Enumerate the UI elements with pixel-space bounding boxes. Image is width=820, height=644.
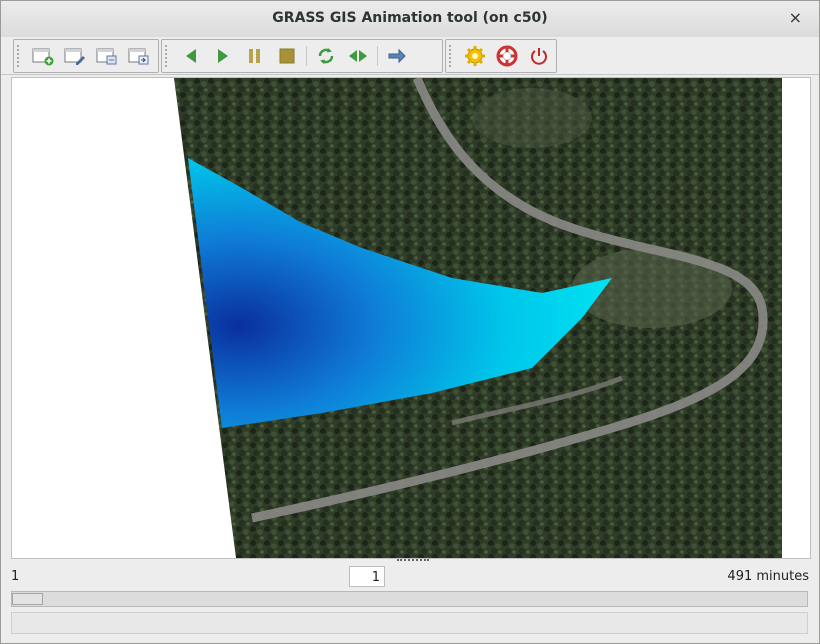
- frame-slider-thumb[interactable]: [12, 593, 43, 605]
- frame-slider[interactable]: [11, 591, 808, 607]
- orientation-icon[interactable]: [381, 42, 413, 70]
- splitter-handle[interactable]: [397, 559, 429, 565]
- edit-animation-icon[interactable]: [59, 42, 91, 70]
- playback-toolbar: [161, 39, 443, 73]
- animation-management-toolbar: [13, 39, 159, 73]
- quit-icon[interactable]: [523, 42, 555, 70]
- play-forward-icon[interactable]: [207, 42, 239, 70]
- frame-index-field[interactable]: 1: [349, 566, 385, 587]
- help-icon[interactable]: [491, 42, 523, 70]
- time-label: 491 minutes: [727, 569, 809, 584]
- misc-toolbar: [445, 39, 557, 73]
- export-animation-icon[interactable]: [123, 42, 155, 70]
- ping-pong-icon[interactable]: [342, 42, 374, 70]
- map-frame-image: [174, 78, 782, 558]
- status-bar: [11, 612, 808, 634]
- add-animation-icon[interactable]: [27, 42, 59, 70]
- play-back-icon[interactable]: [175, 42, 207, 70]
- toolbar-separator: [377, 46, 378, 66]
- toolbar-separator: [306, 46, 307, 66]
- frame-start-label: 1: [11, 569, 20, 584]
- pause-icon[interactable]: [239, 42, 271, 70]
- toolbar-grip[interactable]: [449, 45, 457, 67]
- stop-icon[interactable]: [271, 42, 303, 70]
- animation-window: GRASS GIS Animation tool (on c50) × 1 1 …: [0, 0, 820, 644]
- reload-animation-icon[interactable]: [91, 42, 123, 70]
- settings-icon[interactable]: [459, 42, 491, 70]
- toolbar-grip[interactable]: [17, 45, 25, 67]
- loop-icon[interactable]: [310, 42, 342, 70]
- window-title: GRASS GIS Animation tool (on c50): [272, 10, 548, 26]
- title-bar[interactable]: GRASS GIS Animation tool (on c50) ×: [1, 1, 819, 38]
- toolbar-grip[interactable]: [165, 45, 173, 67]
- toolbar-row: [1, 37, 819, 75]
- animation-map-view[interactable]: [11, 77, 811, 559]
- close-icon[interactable]: ×: [789, 8, 802, 27]
